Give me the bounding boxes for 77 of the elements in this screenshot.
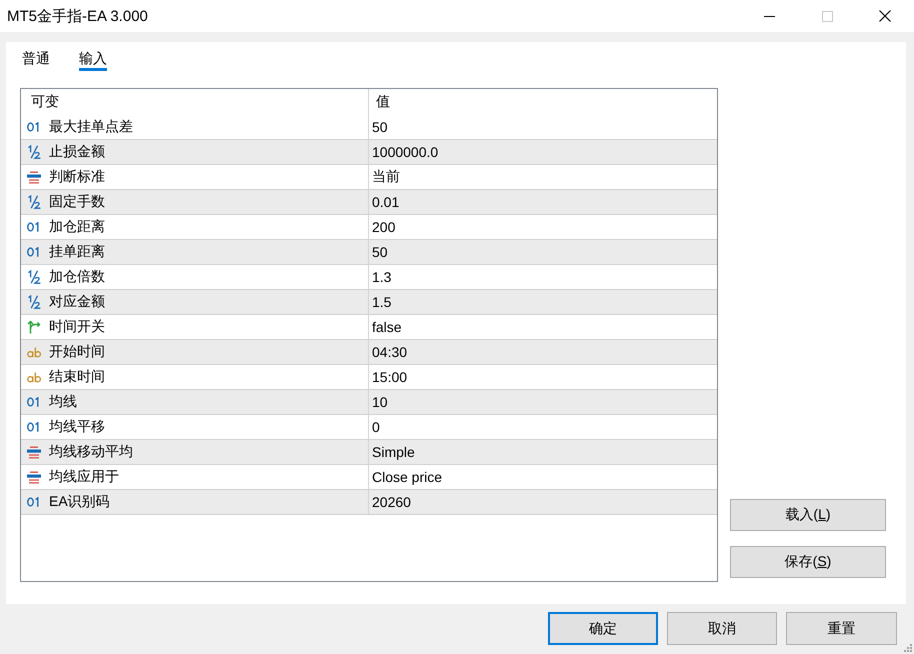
fraction-icon (27, 270, 41, 284)
dialog-button[interactable]: 确定 (548, 612, 658, 645)
resize-grip-icon[interactable] (903, 643, 912, 652)
parameter-name: 时间开关 (49, 318, 105, 336)
parameter-value[interactable]: 0 (372, 419, 380, 435)
parameter-name: 开始时间 (49, 343, 105, 361)
parameter-name: 均线 (49, 393, 77, 411)
parameter-value[interactable]: 1.5 (372, 294, 392, 310)
fraction-icon (27, 145, 41, 159)
digits-icon (27, 247, 41, 257)
parameter-name: 均线平移 (49, 418, 105, 436)
save-button[interactable]: 保存(S) (730, 546, 886, 578)
list-icon (27, 170, 41, 184)
maximize-icon (822, 10, 832, 22)
parameter-name: 固定手数 (49, 193, 105, 211)
table-row[interactable]: 挂单距离 50 (21, 240, 717, 265)
branch-arrow-icon (27, 320, 41, 334)
parameter-name: EA识别码 (49, 493, 110, 511)
table-row[interactable]: 均线 10 (21, 390, 717, 415)
parameter-value[interactable]: 50 (372, 244, 388, 260)
table-row[interactable]: 时间开关 false (21, 315, 717, 340)
parameter-name: 判断标准 (49, 168, 105, 186)
dialog-button[interactable]: 取消 (667, 612, 777, 645)
column-header[interactable]: 可变 (31, 93, 59, 111)
parameter-name: 加仓距离 (49, 218, 105, 236)
table-row[interactable]: EA识别码 20260 (21, 490, 717, 515)
parameter-name: 均线应用于 (49, 468, 119, 486)
list-icon (27, 470, 41, 484)
table-row[interactable]: 均线移动平均 Simple (21, 440, 717, 465)
parameter-value[interactable]: 15:00 (372, 369, 408, 385)
table-row[interactable]: 固定手数 0.01 (21, 190, 717, 215)
parameter-name: 挂单距离 (49, 243, 105, 261)
parameter-name: 结束时间 (49, 368, 105, 386)
table-row[interactable]: 开始时间 04:30 (21, 340, 717, 365)
table-row[interactable]: 判断标准 当前 (21, 165, 717, 190)
parameter-value[interactable]: 200 (372, 219, 396, 235)
parameter-name: 止损金额 (49, 143, 105, 161)
fraction-icon (27, 295, 41, 309)
letters-icon (27, 372, 41, 382)
parameter-value[interactable]: false (372, 319, 402, 335)
parameter-value[interactable]: 1.3 (372, 269, 392, 285)
table-row[interactable]: 加仓距离 200 (21, 215, 717, 240)
dialog-button[interactable]: 重置 (786, 612, 897, 645)
digits-icon (27, 222, 41, 232)
parameter-name: 对应金额 (49, 293, 105, 311)
parameter-value[interactable]: 50 (372, 119, 388, 135)
fraction-icon (27, 195, 41, 209)
table-row[interactable]: 均线应用于 Close price (21, 465, 717, 490)
table-row[interactable]: 加仓倍数 1.3 (21, 265, 717, 290)
parameter-value[interactable]: 20260 (372, 494, 411, 510)
parameter-value[interactable]: 10 (372, 394, 388, 410)
close-icon (879, 10, 891, 22)
parameter-value[interactable]: 当前 (372, 168, 400, 186)
table-row[interactable]: 对应金额 1.5 (21, 290, 717, 315)
table-row[interactable]: 止损金额 1000000.0 (21, 140, 717, 165)
list-icon (27, 446, 41, 458)
digits-icon (27, 122, 41, 132)
parameter-value[interactable]: 1000000.0 (372, 144, 438, 160)
column-header[interactable]: 值 (376, 93, 390, 111)
parameter-name: 最大挂单点差 (49, 118, 133, 136)
parameter-value[interactable]: Close price (372, 469, 442, 485)
tab[interactable]: 输入 (79, 48, 107, 71)
table-row[interactable]: 结束时间 15:00 (21, 365, 717, 390)
digits-icon (27, 397, 41, 407)
parameter-name: 加仓倍数 (49, 268, 105, 286)
digits-icon (27, 422, 41, 432)
load-button[interactable]: 载入(L) (730, 499, 886, 531)
parameter-value[interactable]: Simple (372, 444, 415, 460)
digits-icon (27, 497, 41, 507)
parameter-name: 均线移动平均 (49, 443, 133, 461)
tab[interactable]: 普通 (22, 48, 50, 71)
table-row[interactable]: 均线平移 0 (21, 415, 717, 440)
letters-icon (27, 346, 41, 358)
window-title: MT5金手指-EA 3.000 (7, 6, 149, 26)
table-row[interactable]: 最大挂单点差 50 (21, 115, 717, 140)
parameter-value[interactable]: 04:30 (372, 344, 408, 360)
parameter-value[interactable]: 0.01 (372, 194, 400, 210)
